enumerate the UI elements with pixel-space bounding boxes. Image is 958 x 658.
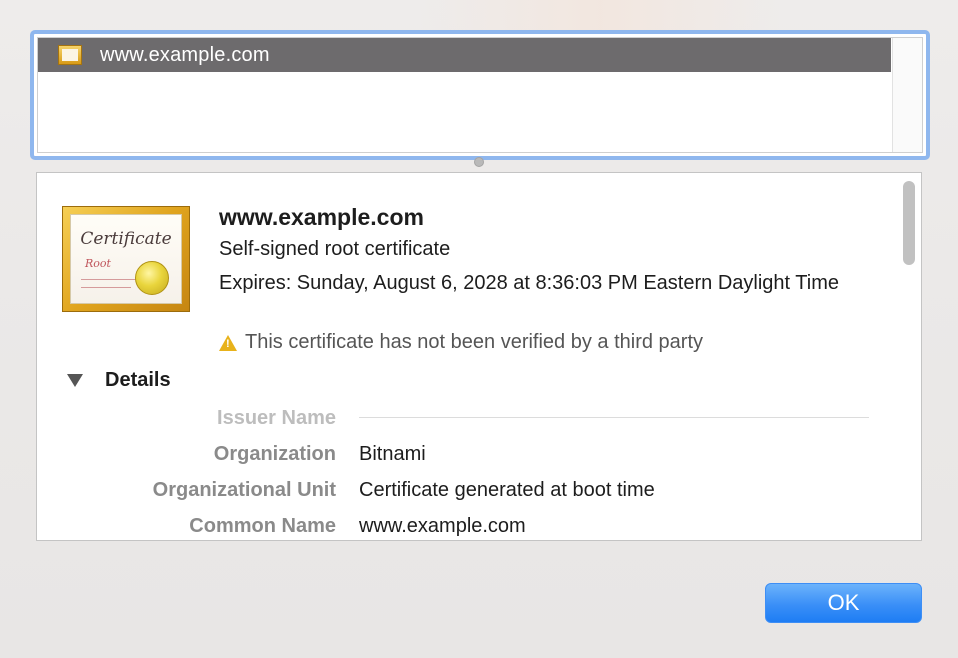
certificate-list-item-label: www.example.com	[100, 43, 270, 66]
details-disclosure[interactable]: Details	[67, 369, 171, 392]
detail-scrollbar[interactable]	[891, 173, 921, 540]
certificate-badge-icon: Certificate Root	[62, 206, 190, 312]
warning-icon: !	[219, 334, 237, 351]
certificate-list-inner: www.example.com	[37, 37, 923, 153]
organizational-unit-label: Organizational Unit	[152, 479, 336, 501]
disclosure-triangle-icon[interactable]	[67, 374, 83, 387]
certificate-detail-pane: Certificate Root www.example.com Self-si…	[36, 172, 922, 541]
certificate-title: www.example.com	[219, 204, 424, 230]
certificate-badge-line	[81, 287, 131, 288]
detail-scrollbar-thumb[interactable]	[903, 181, 915, 265]
certificate-badge-text: Certificate	[80, 229, 172, 249]
section-divider	[359, 417, 869, 418]
certificate-expiry: Expires: Sunday, August 6, 2028 at 8:36:…	[219, 272, 839, 294]
certificate-subtitle: Self-signed root certificate	[219, 238, 451, 260]
organizational-unit-value: Certificate generated at boot time	[359, 479, 655, 501]
issuer-name-section-label: Issuer Name	[217, 407, 336, 429]
organization-label: Organization	[213, 443, 336, 465]
certificate-paper: Certificate Root	[70, 214, 182, 304]
certificate-list-item[interactable]: www.example.com	[38, 38, 891, 72]
certificate-badge-subtext: Root	[85, 257, 111, 270]
list-scrollbar[interactable]	[892, 38, 922, 152]
details-heading: Details	[105, 369, 171, 391]
certificate-seal-icon	[135, 261, 169, 295]
trust-warning-text: This certificate has not been verified b…	[245, 331, 704, 353]
certificate-list[interactable]: www.example.com	[30, 30, 930, 160]
certificate-icon	[58, 45, 82, 65]
organization-value: Bitnami	[359, 443, 426, 465]
certificate-badge-line	[81, 279, 143, 280]
common-name-value: www.example.com	[359, 515, 526, 537]
ok-button[interactable]: OK	[765, 583, 922, 623]
pane-splitter-handle[interactable]	[474, 157, 484, 167]
trust-warning: ! This certificate has not been verified…	[219, 331, 703, 354]
common-name-label: Common Name	[189, 515, 336, 537]
